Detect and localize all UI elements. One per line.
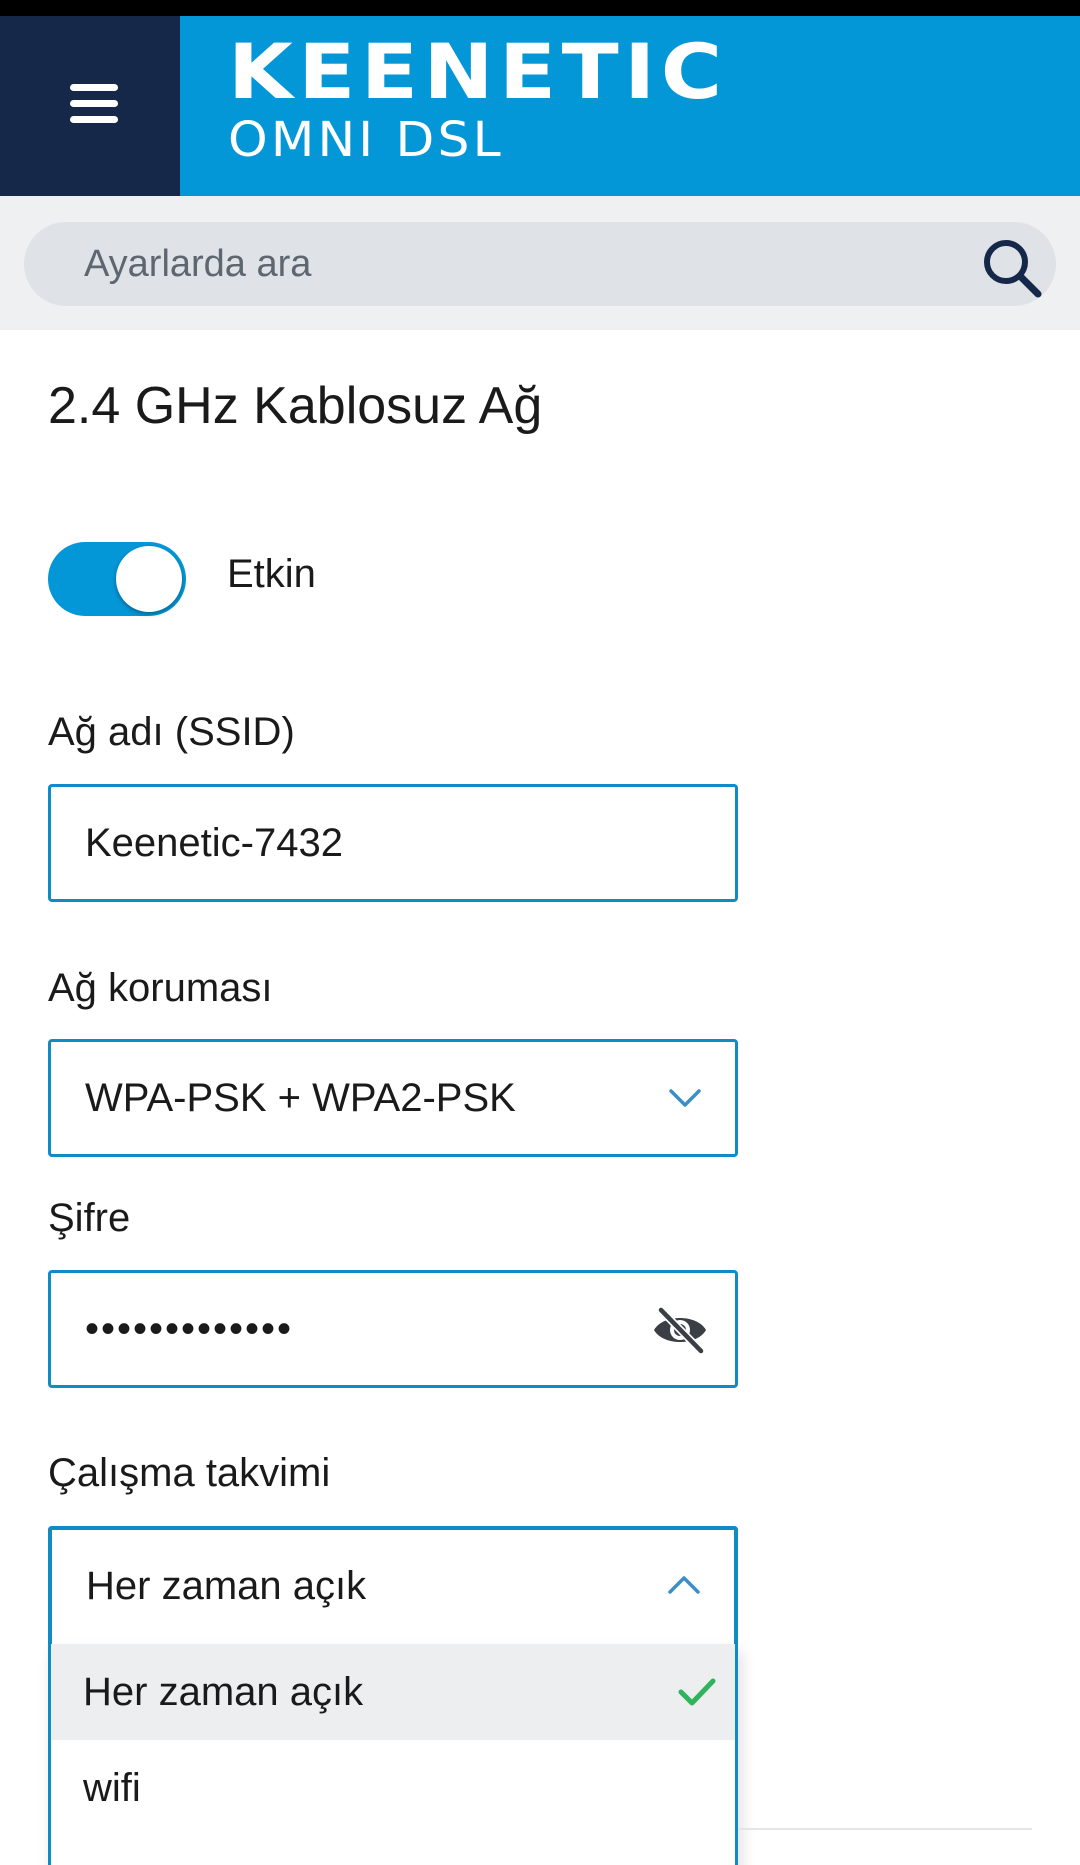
password-input[interactable]: ••••••••••••• <box>85 1273 645 1385</box>
app-header: KEENETIC OMNI DSL <box>0 16 1080 196</box>
security-label: Ağ koruması <box>48 966 273 1010</box>
chevron-down-icon <box>669 1089 701 1107</box>
ssid-input[interactable] <box>85 787 645 899</box>
password-field[interactable]: ••••••••••••• <box>48 1270 738 1388</box>
page-title: 2.4 GHz Kablosuz Ağ <box>48 377 543 435</box>
search-bar <box>0 196 1080 330</box>
search-icon[interactable] <box>980 236 1044 300</box>
schedule-select[interactable]: Her zaman açık <box>48 1526 738 1644</box>
eye-off-icon[interactable] <box>651 1305 709 1355</box>
schedule-option-wifi[interactable]: wifi <box>51 1740 735 1836</box>
option-label: Her zaman açık <box>83 1670 364 1714</box>
divider <box>738 1828 1032 1830</box>
chevron-up-icon <box>668 1576 700 1594</box>
hamburger-icon <box>70 84 118 91</box>
brand-logo: KEENETIC OMNI DSL <box>228 30 722 167</box>
toggle-knob <box>116 546 182 612</box>
security-value: WPA-PSK + WPA2-PSK <box>85 1076 516 1120</box>
option-label: wifi <box>83 1766 141 1810</box>
search-field[interactable] <box>24 222 1056 306</box>
brand-name: KEENETIC <box>228 27 728 116</box>
search-input[interactable] <box>84 222 964 306</box>
ssid-field[interactable] <box>48 784 738 902</box>
status-bar <box>0 0 1080 16</box>
menu-button[interactable] <box>0 16 180 196</box>
enable-toggle[interactable] <box>48 542 186 616</box>
security-select[interactable]: WPA-PSK + WPA2-PSK <box>48 1039 738 1157</box>
schedule-option-always-on[interactable]: Her zaman açık <box>51 1644 735 1740</box>
model-name: OMNI DSL <box>228 112 504 168</box>
schedule-value: Her zaman açık <box>86 1564 367 1608</box>
check-icon <box>678 1678 716 1706</box>
ssid-label: Ağ adı (SSID) <box>48 710 295 754</box>
schedule-dropdown: Her zaman açık wifi <box>48 1644 738 1865</box>
toggle-label: Etkin <box>227 552 316 596</box>
schedule-label: Çalışma takvimi <box>48 1451 331 1495</box>
password-label: Şifre <box>48 1196 131 1240</box>
